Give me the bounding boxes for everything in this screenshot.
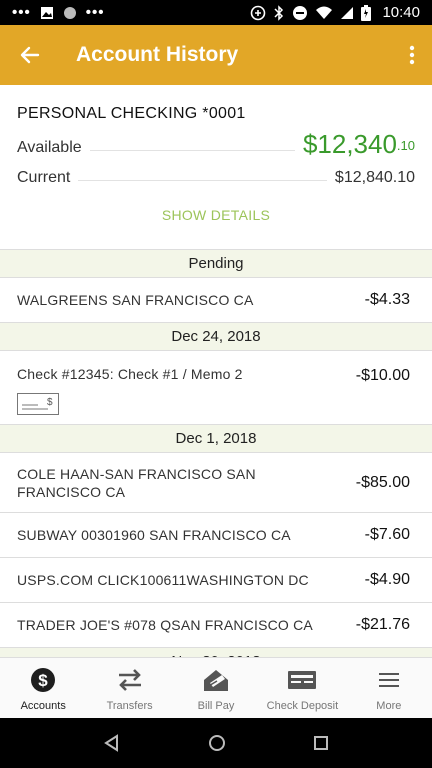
check-icon: $ <box>22 397 53 410</box>
transaction-description: COLE HAAN-SAN FRANCISCO SAN FRANCISCO CA <box>17 465 256 500</box>
menu-icon <box>378 673 399 687</box>
transaction-row[interactable]: COLE HAAN-SAN FRANCISCO SAN FRANCISCO CA… <box>0 453 432 513</box>
transaction-description: WALGREENS SAN FRANCISCO CA <box>17 292 254 308</box>
battery-icon <box>361 4 372 21</box>
do-not-disturb-icon <box>293 5 308 20</box>
bottom-navigation: $ Accounts Transfers Bill Pay Check Depo… <box>0 657 432 718</box>
notification-dots: ••• <box>12 4 31 21</box>
back-button[interactable] <box>0 25 60 85</box>
current-label: Current <box>17 169 71 186</box>
nav-check-deposit[interactable]: Check Deposit <box>259 658 345 718</box>
transaction-row[interactable]: Check #12345: Check #1 / Memo 2 $ -$10.0… <box>0 351 432 425</box>
check-image-thumbnail[interactable]: $ <box>17 393 59 415</box>
transfer-arrows-icon <box>118 669 141 691</box>
transaction-amount: -$85.00 <box>355 473 410 491</box>
bluetooth-icon <box>274 4 284 21</box>
transaction-amount: -$21.76 <box>355 616 410 633</box>
transaction-description: Check #12345: Check #1 / Memo 2 <box>17 366 243 382</box>
status-bar: ••• ••• 10:40 <box>0 0 432 25</box>
more-vert-icon <box>409 45 415 65</box>
nav-bill-pay[interactable]: Bill Pay <box>173 658 259 718</box>
current-amount: $12,840.10 <box>334 169 415 186</box>
current-row: Current $12,840.10 <box>17 159 415 187</box>
nav-label: Bill Pay <box>197 700 235 712</box>
available-amount-main: $12,340 <box>302 129 397 159</box>
transaction-amount: -$4.90 <box>364 571 410 588</box>
section-header-date: Nov 30, 2018 <box>0 648 432 657</box>
transaction-amount: -$7.60 <box>364 526 410 543</box>
bill-pay-icon <box>204 670 229 691</box>
transaction-list[interactable]: Pending WALGREENS SAN FRANCISCO CA -$4.3… <box>0 249 432 657</box>
clock: 10:40 <box>382 4 420 21</box>
transaction-row[interactable]: SUBWAY 00301960 SAN FRANCISCO CA -$7.60 <box>0 513 432 558</box>
transaction-amount: -$4.33 <box>364 291 410 308</box>
transaction-description: SUBWAY 00301960 SAN FRANCISCO CA <box>17 527 291 543</box>
transaction-amount: -$10.00 <box>355 367 410 384</box>
transaction-description: USPS.COM CLICK100611WASHINGTON DC <box>17 572 309 588</box>
nav-label: Check Deposit <box>266 700 339 712</box>
circle-notification-icon <box>63 6 76 19</box>
recents-square-icon[interactable] <box>313 735 329 751</box>
available-label: Available <box>17 139 82 156</box>
show-details-button[interactable]: SHOW DETAILS <box>0 207 432 223</box>
nav-label: Accounts <box>20 700 66 712</box>
nav-transfers[interactable]: Transfers <box>86 658 172 718</box>
dollar-circle-icon: $ <box>31 668 56 692</box>
available-row: Available $12,340.10 <box>17 129 415 157</box>
section-header-date: Dec 1, 2018 <box>0 425 432 453</box>
page-title: Account History <box>76 43 239 66</box>
overflow-menu-button[interactable] <box>392 25 432 85</box>
signal-icon <box>341 6 354 19</box>
account-name: PERSONAL CHECKING *0001 <box>17 105 246 122</box>
wifi-icon <box>316 6 333 19</box>
notification-dots-2: ••• <box>85 4 105 21</box>
available-amount: $12,340.10 <box>303 131 415 157</box>
nav-more[interactable]: More <box>346 658 432 718</box>
back-triangle-icon[interactable] <box>103 734 121 752</box>
account-summary: PERSONAL CHECKING *0001 Available $12,34… <box>0 85 432 249</box>
nav-label: Transfers <box>106 700 153 712</box>
transaction-row[interactable]: USPS.COM CLICK100611WASHINGTON DC -$4.90 <box>0 558 432 603</box>
sync-icon <box>251 5 266 20</box>
check-deposit-icon <box>288 671 317 689</box>
svg-text:$: $ <box>47 397 53 408</box>
nav-accounts[interactable]: $ Accounts <box>0 658 86 718</box>
transaction-row[interactable]: WALGREENS SAN FRANCISCO CA -$4.33 <box>0 278 432 323</box>
section-header-pending: Pending <box>0 250 432 278</box>
nav-label: More <box>376 700 402 712</box>
arrow-back-icon <box>20 46 40 64</box>
section-header-date: Dec 24, 2018 <box>0 323 432 351</box>
available-amount-cents: .10 <box>396 138 415 153</box>
system-navigation-bar <box>0 718 432 768</box>
svg-text:$: $ <box>38 671 48 690</box>
app-bar: Account History <box>0 25 432 85</box>
image-notification-icon <box>40 6 53 19</box>
home-circle-icon[interactable] <box>208 734 226 752</box>
transaction-row[interactable]: TRADER JOE'S #078 QSAN FRANCISCO CA -$21… <box>0 603 432 648</box>
transaction-description: TRADER JOE'S #078 QSAN FRANCISCO CA <box>17 617 313 633</box>
